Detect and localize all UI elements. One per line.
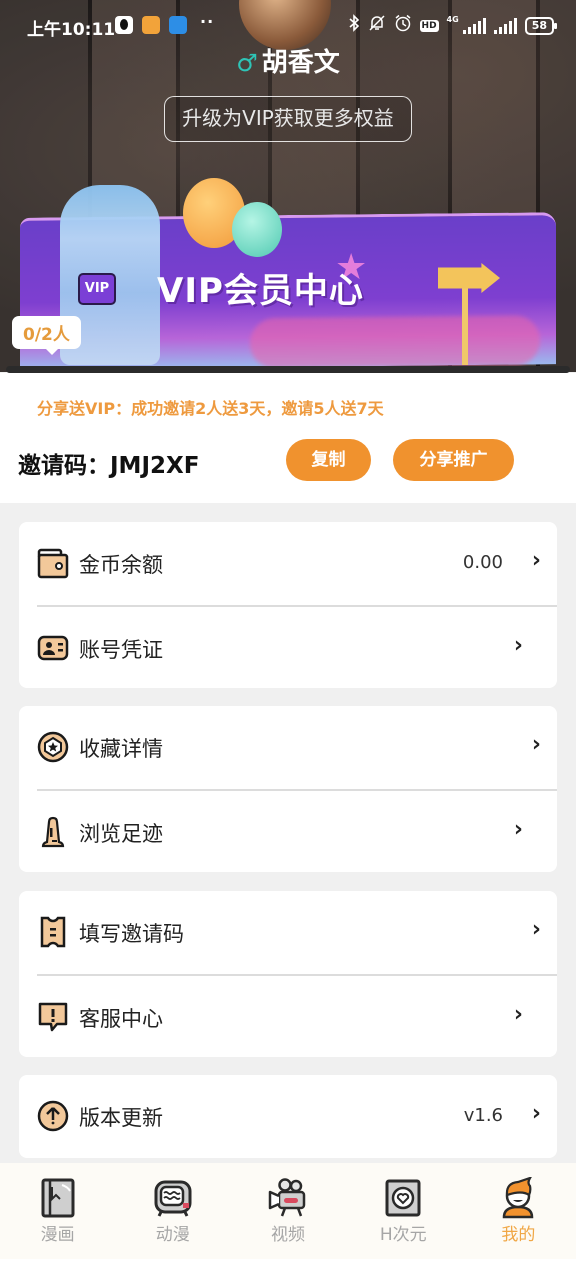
user-name: 胡香文 bbox=[261, 48, 340, 78]
chevron-right-icon: › bbox=[513, 633, 523, 658]
update-icon bbox=[37, 1100, 69, 1132]
profile-page: 上午10:11 ·· HD 4G 58 ♂ 胡香文 升级为VIP获取更多权益 ★… bbox=[0, 0, 576, 1280]
version-value: v1.6 bbox=[463, 1105, 503, 1126]
orange-app-icon bbox=[142, 16, 160, 34]
invite-code-value: JMJ2XF bbox=[110, 453, 200, 479]
mute-icon bbox=[368, 14, 386, 37]
menu-card-account: 金币余额 0.00 › 账号凭证 › bbox=[19, 522, 557, 688]
nav-item-comics[interactable]: 漫画 bbox=[0, 1163, 115, 1259]
nav-label: 动漫 bbox=[155, 1225, 190, 1245]
support-icon bbox=[38, 1002, 68, 1032]
bluetooth-icon bbox=[348, 14, 360, 37]
bottom-navigation: 漫画 动漫 视频 H次元 我的 bbox=[0, 1163, 576, 1259]
wallet-icon bbox=[37, 548, 69, 579]
teal-balloon-icon bbox=[232, 202, 282, 257]
hd-icon: HD bbox=[419, 19, 439, 32]
chevron-right-icon: › bbox=[531, 732, 541, 757]
vip-center-banner[interactable]: ★ VIP VIP会员中心 bbox=[20, 178, 556, 370]
profile-avatar-icon bbox=[503, 1177, 534, 1219]
menu-item-label: 填写邀请码 bbox=[79, 922, 184, 946]
menu-item-coin-balance[interactable]: 金币余额 0.00 › bbox=[19, 522, 557, 605]
male-gender-icon: ♂ bbox=[236, 49, 258, 77]
status-icons: HD 4G 58 bbox=[348, 14, 558, 37]
signal-icon bbox=[493, 17, 517, 34]
menu-item-account-credential[interactable]: 账号凭证 › bbox=[37, 605, 557, 688]
menu-card-service: 填写邀请码 › 客服中心 › bbox=[19, 891, 557, 1057]
vip-badge: VIP bbox=[78, 273, 116, 305]
chevron-right-icon: › bbox=[531, 548, 541, 573]
share-promote-button[interactable]: 分享推广 bbox=[393, 439, 514, 481]
system-nav-area bbox=[0, 1259, 576, 1280]
network-type: 4G bbox=[446, 15, 459, 24]
status-time: 上午10:11 bbox=[27, 20, 116, 40]
invite-section: 分享送VIP：成功邀请2人送3天，邀请5人送7天 邀请码：JMJ2XF 复制 分… bbox=[0, 373, 576, 503]
more-notifications-icon: ·· bbox=[200, 12, 215, 31]
vip-center-title: VIP会员中心 bbox=[157, 271, 364, 311]
menu-item-enter-invite-code[interactable]: 填写邀请码 › bbox=[19, 891, 557, 974]
invite-code-row: 邀请码：JMJ2XF bbox=[18, 446, 199, 480]
menu-item-version-update[interactable]: 版本更新 v1.6 › bbox=[19, 1075, 557, 1158]
chevron-right-icon: › bbox=[531, 917, 541, 942]
nav-label: 我的 bbox=[501, 1225, 536, 1245]
video-camera-icon bbox=[268, 1178, 306, 1217]
ticket-icon bbox=[40, 916, 66, 948]
menu-card-system: 版本更新 v1.6 › bbox=[19, 1075, 557, 1158]
menu-item-label: 收藏详情 bbox=[79, 737, 163, 761]
menu-item-label: 账号凭证 bbox=[79, 638, 163, 662]
alarm-icon bbox=[394, 14, 412, 37]
menu-item-favorites[interactable]: 收藏详情 › bbox=[19, 706, 557, 789]
nav-label: H次元 bbox=[379, 1225, 427, 1245]
nav-item-h-dimension[interactable]: H次元 bbox=[346, 1163, 461, 1259]
menu-item-customer-service[interactable]: 客服中心 › bbox=[37, 974, 557, 1057]
menu-item-label: 金币余额 bbox=[79, 553, 163, 577]
invite-code-label: 邀请码： bbox=[18, 453, 110, 479]
chevron-right-icon: › bbox=[531, 1101, 541, 1126]
blue-app-icon bbox=[169, 16, 187, 34]
tv-icon bbox=[154, 1180, 192, 1217]
menu-item-browse-history[interactable]: 浏览足迹 › bbox=[37, 789, 557, 872]
chevron-right-icon: › bbox=[513, 1002, 523, 1027]
menu-card-activity: 收藏详情 › 浏览足迹 › bbox=[19, 706, 557, 872]
coin-balance-value: 0.00 bbox=[462, 552, 503, 573]
menu-item-label: 客服中心 bbox=[79, 1007, 163, 1031]
nav-item-anime[interactable]: 动漫 bbox=[115, 1163, 230, 1259]
invite-progress-bar bbox=[6, 366, 570, 373]
vip-upgrade-button[interactable]: 升级为VIP获取更多权益 bbox=[164, 96, 412, 142]
signal-4g-icon bbox=[462, 17, 486, 34]
comic-book-icon bbox=[41, 1178, 75, 1218]
nav-label: 漫画 bbox=[40, 1225, 75, 1245]
history-icon bbox=[41, 816, 65, 848]
menu-item-label: 浏览足迹 bbox=[79, 822, 163, 846]
menu-item-label: 版本更新 bbox=[79, 1106, 163, 1130]
invite-progress-tooltip: 0/2人 bbox=[12, 316, 81, 355]
favorite-star-icon bbox=[37, 731, 69, 763]
user-name-row: ♂ 胡香文 bbox=[0, 42, 576, 79]
nav-item-video[interactable]: 视频 bbox=[230, 1163, 345, 1259]
profile-header: 上午10:11 ·· HD 4G 58 ♂ 胡香文 升级为VIP获取更多权益 ★… bbox=[0, 0, 576, 372]
qq-icon bbox=[115, 16, 133, 34]
h-dimension-icon bbox=[385, 1179, 421, 1217]
id-card-icon bbox=[37, 635, 69, 661]
chevron-right-icon: › bbox=[513, 817, 523, 842]
nav-item-mine[interactable]: 我的 bbox=[461, 1163, 576, 1259]
invite-reward-hint: 分享送VIP：成功邀请2人送3天，邀请5人送7天 bbox=[37, 399, 384, 418]
copy-button[interactable]: 复制 bbox=[286, 439, 371, 481]
battery-icon: 58 bbox=[524, 16, 558, 35]
nav-label: 视频 bbox=[271, 1225, 305, 1245]
